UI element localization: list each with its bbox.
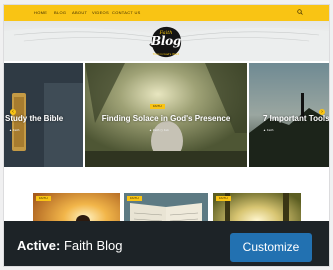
site-logo: Faith Blog Trust in God's Word	[146, 22, 186, 61]
preview-nav-bar: HOME BLOG ABOUT VIDEOS CONTACT US	[4, 5, 329, 21]
slide-meta: ▲ Faith	[9, 128, 20, 132]
search-icon	[297, 9, 303, 15]
active-prefix: Active:	[17, 238, 61, 253]
slide-meta: ▲ Faith ◷ Feb	[149, 128, 169, 132]
slide-meta: ▲ Faith	[263, 128, 274, 132]
theme-card[interactable]: HOME BLOG ABOUT VIDEOS CONTACT US Faith …	[3, 4, 330, 267]
category-badge[interactable]: FAITH	[150, 104, 165, 109]
category-badge: FAITH	[216, 196, 231, 201]
logo-tagline: Trust in God's Word	[152, 52, 180, 56]
theme-actions-bar: Active: Faith Blog Customize	[4, 221, 329, 266]
preview-nav-item: HOME	[34, 10, 48, 15]
preview-nav-item: CONTACT US	[112, 10, 141, 15]
preview-hero: Faith Blog Trust in God's Word	[4, 21, 329, 61]
chevron-right-icon: ›	[319, 109, 325, 115]
slide-item: Study the Bible ▲ Faith ‹	[4, 63, 83, 167]
slide-title: 7 Important Tools	[263, 114, 330, 123]
slide-title: Study the Bible	[5, 114, 64, 123]
active-theme-label: Active: Faith Blog	[17, 238, 123, 253]
category-badge: FAITH	[127, 196, 142, 201]
slide-item: FAITH Finding Solace in God's Presence ▲…	[85, 63, 247, 167]
slide-item: 7 Important Tools ▲ Faith ›	[249, 63, 330, 167]
slide-title[interactable]: Finding Solace in God's Presence	[85, 114, 247, 123]
customize-button[interactable]: Customize	[230, 233, 312, 262]
preview-nav-item: BLOG	[54, 10, 67, 15]
preview-nav-item: ABOUT	[72, 10, 88, 15]
theme-name: Faith Blog	[63, 238, 123, 253]
logo-text: Blog	[151, 34, 181, 48]
chevron-left-icon: ‹	[10, 109, 16, 115]
category-badge: FAITH	[36, 196, 51, 201]
preview-nav-item: VIDEOS	[92, 10, 109, 15]
